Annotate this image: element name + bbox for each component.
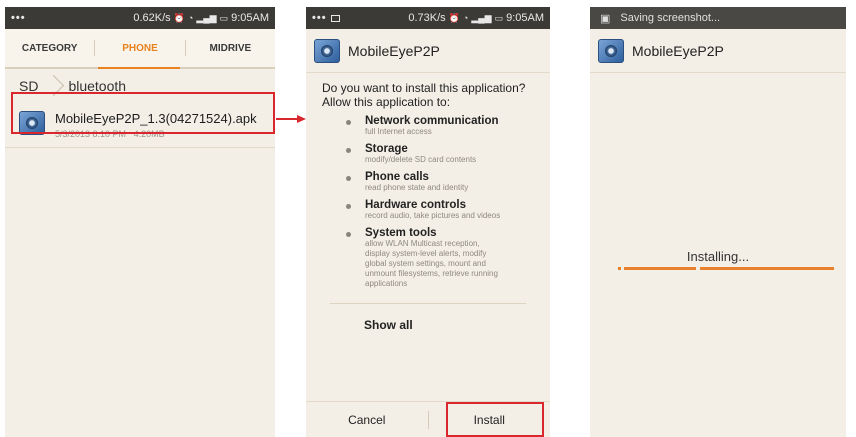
bullet-icon [346, 120, 351, 125]
bullet-icon [346, 232, 351, 237]
clock: 9:05AM [231, 12, 269, 24]
permission-item: Hardware controls record audio, take pic… [306, 199, 550, 221]
permission-title: Phone calls [365, 171, 429, 183]
tab-phone[interactable]: PHONE [95, 43, 184, 54]
cancel-button[interactable]: Cancel [306, 402, 428, 437]
tab-bar: CATEGORY PHONE MIDRIVE [5, 29, 275, 69]
install-highlight-box [446, 402, 544, 437]
app-icon [598, 38, 624, 63]
alarm-icon: ⏰ [173, 12, 185, 23]
show-all-button[interactable]: Show all [306, 304, 550, 346]
permission-desc: read phone state and identity [365, 183, 469, 192]
signal-icon: ▂▄▆ [196, 12, 217, 23]
progress-bar-segment [618, 267, 621, 270]
progress-bar-segment [700, 267, 834, 270]
battery-icon: ▭ [494, 12, 504, 23]
status-bar: ••• 0.62K/s ⏰ ◔ ▂▄▆ ▭ 9:05AM [5, 7, 275, 29]
status-bar: ▣ Saving screenshot... [590, 7, 846, 29]
signal-icon: ▂▄▆ [471, 12, 492, 23]
progress-bar-segment [624, 267, 696, 270]
status-bar: ••• 0.73K/s ⏰ ◔ ▂▄▆ ▭ 9:05AM [306, 7, 550, 29]
bullet-icon [346, 148, 351, 153]
install-dialog-screen: ••• 0.73K/s ⏰ ◔ ▂▄▆ ▭ 9:05AM MobileEyeP2… [306, 7, 550, 437]
permission-item: Network communication full Internet acce… [306, 115, 550, 137]
network-speed: 0.73K/s [408, 12, 446, 24]
bullet-icon [346, 176, 351, 181]
allow-heading: Allow this application to: [322, 95, 451, 109]
notification-dots: ••• [11, 12, 26, 24]
permission-title: Hardware controls [365, 199, 466, 211]
tab-midrive[interactable]: MIDRIVE [186, 43, 275, 54]
app-name: MobileEyeP2P [632, 42, 724, 59]
app-icon [314, 38, 340, 63]
install-question: Do you want to install this application? [322, 81, 526, 95]
network-speed: 0.62K/s [133, 12, 171, 24]
installing-text: Installing... [686, 249, 750, 264]
app-header: MobileEyeP2P [306, 29, 550, 73]
permission-title: Network communication [365, 115, 499, 127]
tab-category[interactable]: CATEGORY [5, 43, 94, 54]
saving-screenshot-text: Saving screenshot... [620, 12, 721, 24]
arrow-right-icon [276, 115, 306, 123]
screenshot-icon: ▣ [600, 12, 611, 25]
permission-item: Phone calls read phone state and identit… [306, 171, 550, 193]
image-notification-icon [330, 14, 340, 22]
wifi-icon: ◔ [187, 13, 194, 23]
app-name: MobileEyeP2P [348, 42, 440, 59]
wifi-icon: ◔ [462, 13, 469, 23]
file-manager-screen: ••• 0.62K/s ⏰ ◔ ▂▄▆ ▭ 9:05AM CATEGORY PH… [5, 7, 275, 437]
notification-dots: ••• [312, 12, 327, 24]
permission-desc: record audio, take pictures and videos [365, 211, 501, 220]
permission-desc: allow WLAN Multicast reception, display … [365, 239, 498, 288]
permission-title: Storage [365, 143, 408, 155]
bullet-icon [346, 204, 351, 209]
file-highlight-box [11, 92, 275, 134]
app-header: MobileEyeP2P [590, 29, 846, 73]
alarm-icon: ⏰ [448, 12, 460, 23]
active-tab-indicator [98, 67, 180, 69]
permission-item: System tools allow WLAN Multicast recept… [306, 227, 550, 289]
clock: 9:05AM [506, 12, 544, 24]
permission-desc: full Internet access [365, 127, 432, 136]
battery-icon: ▭ [219, 12, 229, 23]
permission-item: Storage modify/delete SD card contents [306, 143, 550, 165]
list-divider [5, 147, 275, 148]
permission-desc: modify/delete SD card contents [365, 155, 477, 164]
permission-title: System tools [365, 227, 437, 239]
installing-screen: ▣ Saving screenshot... MobileEyeP2P Inst… [590, 7, 846, 437]
